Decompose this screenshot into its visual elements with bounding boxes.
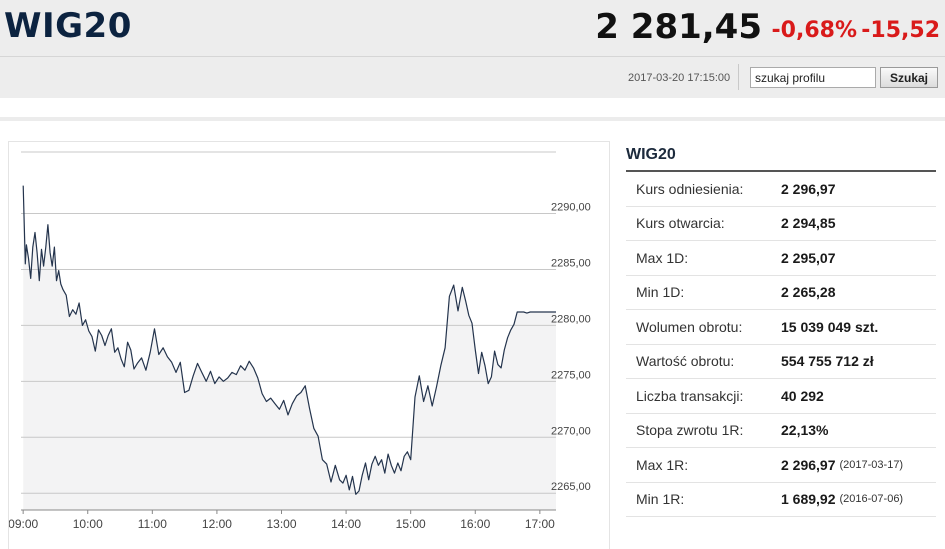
stat-row: Wolumen obrotu: 15 039 049 szt.	[626, 310, 936, 345]
y-tick-label: 2290,00	[551, 202, 591, 214]
index-name: WIG20	[4, 6, 132, 46]
stats-table: Kurs odniesienia: 2 296,97 Kurs otwarcia: 2…	[626, 172, 936, 517]
change-percent: -0,68%	[771, 18, 857, 43]
stat-value: 2 296,97	[781, 180, 836, 197]
intraday-chart[interactable]: 2265,00 2270,00 2275,00 2280,00 2285,00 2290,…	[8, 141, 610, 549]
x-tick-label: 15:00	[396, 517, 426, 531]
stat-date: (2017-03-17)	[839, 458, 904, 471]
stat-row: Min 1D: 2 265,28	[626, 276, 936, 310]
chart-area-fill	[23, 185, 556, 510]
stat-row: Kurs otwarcia: 2 294,85	[626, 207, 936, 241]
stat-value: 22,13%	[781, 422, 829, 439]
y-tick-label: 2280,00	[551, 313, 591, 325]
y-tick-label: 2275,00	[551, 369, 591, 381]
stat-row: Wartość obrotu: 554 755 712 zł	[626, 345, 936, 379]
stat-label: Max 1R:	[636, 456, 689, 473]
stat-row: Stopa zwrotu 1R: 22,13%	[626, 414, 936, 448]
x-tick-label: 17:00	[525, 517, 555, 531]
stat-row: Min 1R: 1 689,92 (2016-07-06)	[626, 483, 936, 517]
x-tick-label: 16:00	[460, 517, 490, 531]
index-value: 2 281,45	[595, 7, 762, 47]
stat-label: Wolumen obrotu:	[636, 318, 743, 335]
change-absolute: -15,52	[861, 18, 940, 43]
stat-row: Max 1D: 2 295,07	[626, 241, 936, 276]
timestamp-separator	[738, 64, 739, 90]
header-divider	[0, 56, 945, 57]
header-shadow	[0, 117, 945, 121]
stat-label: Min 1R:	[636, 491, 685, 508]
stat-value: 2 265,28	[781, 284, 836, 301]
profile-search-input[interactable]	[750, 67, 876, 88]
stat-label: Max 1D:	[636, 249, 689, 266]
stat-value: 554 755 712 zł	[781, 353, 874, 370]
stat-value: 1 689,92	[781, 491, 836, 508]
stat-row: Kurs odniesienia: 2 296,97	[626, 172, 936, 207]
stat-label: Liczba transakcji:	[636, 387, 744, 404]
stats-title: WIG20	[626, 146, 676, 163]
stat-value: 40 292	[781, 387, 824, 404]
stat-value: 2 296,97	[781, 456, 836, 473]
x-tick-label: 09:00	[9, 517, 38, 531]
stat-label: Kurs odniesienia:	[636, 180, 744, 197]
stat-value: 2 294,85	[781, 215, 836, 232]
stat-label: Wartość obrotu:	[636, 353, 735, 370]
stat-label: Kurs otwarcia:	[636, 215, 725, 232]
y-tick-label: 2270,00	[551, 425, 591, 437]
quote-header: WIG20 2 281,45 -0,68% -15,52 2017-03-20 …	[0, 0, 945, 98]
search-button[interactable]: Szukaj	[880, 67, 938, 88]
quote-timestamp: 2017-03-20 17:15:00	[628, 72, 731, 84]
intraday-chart-svg: 2265,00 2270,00 2275,00 2280,00 2285,00 2290,…	[9, 151, 591, 531]
stat-row: Liczba transakcji: 40 292	[626, 379, 936, 414]
stat-label: Stopa zwrotu 1R:	[636, 422, 744, 439]
stat-row: Max 1R: 2 296,97 (2017-03-17)	[626, 448, 936, 483]
x-tick-label: 12:00	[202, 517, 232, 531]
stat-value: 2 295,07	[781, 249, 836, 266]
stat-label: Min 1D:	[636, 284, 685, 301]
stat-date: (2016-07-06)	[839, 493, 904, 506]
stat-value: 15 039 049 szt.	[781, 318, 879, 335]
x-tick-label: 13:00	[266, 517, 296, 531]
x-tick-label: 10:00	[73, 517, 103, 531]
x-tick-label: 11:00	[138, 517, 167, 531]
y-tick-label: 2285,00	[551, 257, 591, 269]
x-tick-label: 14:00	[331, 517, 361, 531]
y-tick-label: 2265,00	[551, 481, 591, 493]
